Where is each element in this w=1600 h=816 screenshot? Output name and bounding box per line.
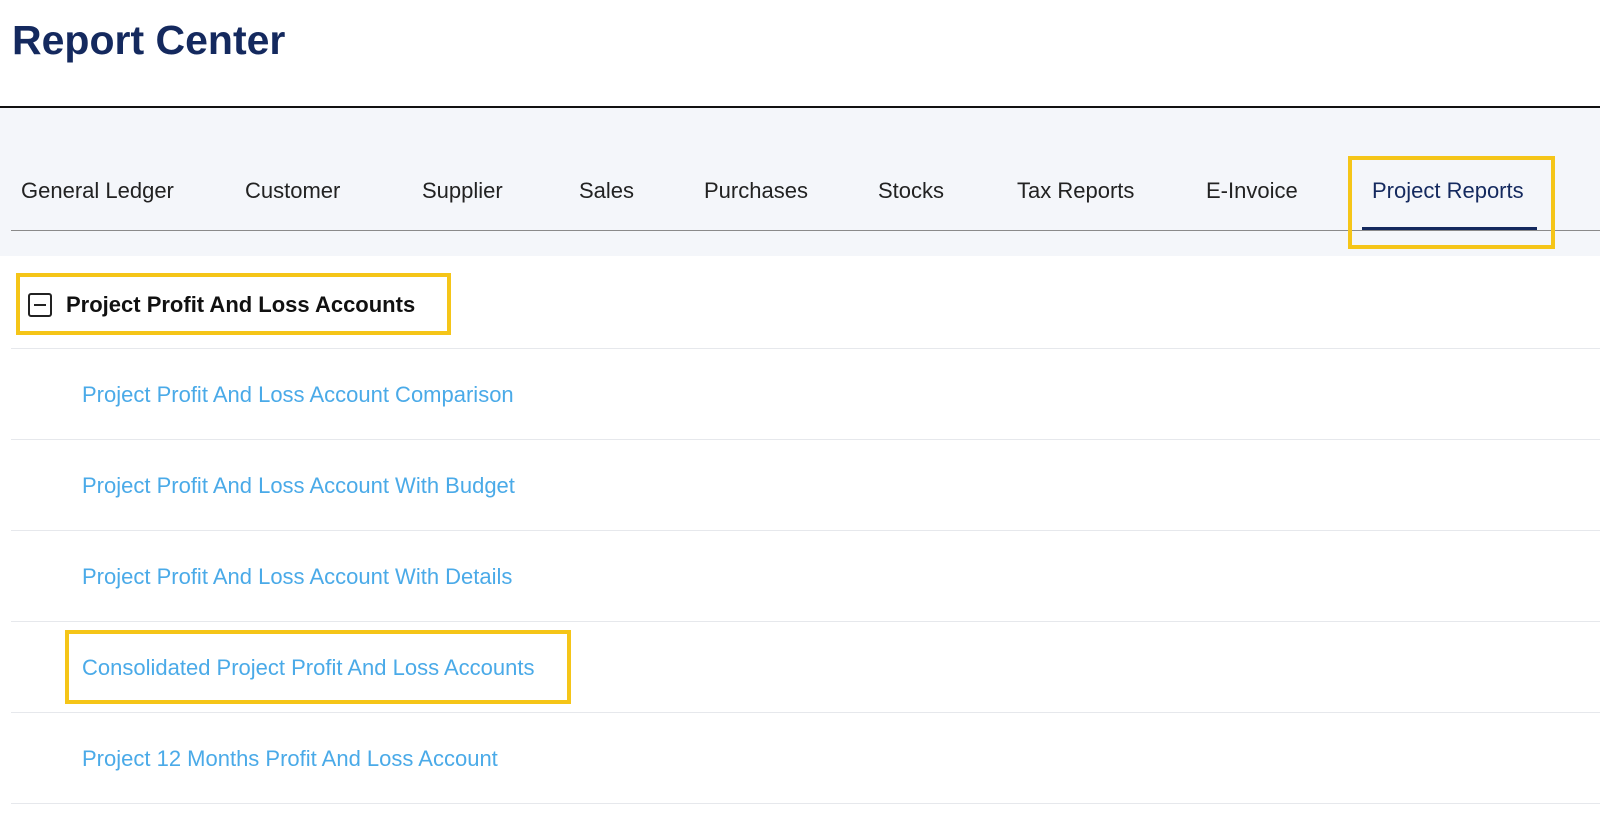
report-link-12-months[interactable]: Project 12 Months Profit And Loss Accoun… bbox=[82, 744, 498, 774]
row-divider bbox=[11, 712, 1600, 713]
page-title: Report Center bbox=[12, 17, 286, 63]
tab-stocks[interactable]: Stocks bbox=[878, 176, 944, 206]
report-group-label: Project Profit And Loss Accounts bbox=[66, 292, 416, 317]
row-divider bbox=[11, 803, 1600, 804]
report-group-header[interactable]: Project Profit And Loss Accounts bbox=[28, 290, 415, 320]
tab-general-ledger[interactable]: General Ledger bbox=[21, 176, 174, 206]
collapse-minus-icon[interactable] bbox=[28, 293, 52, 317]
report-list-panel bbox=[11, 258, 1600, 816]
report-link-comparison[interactable]: Project Profit And Loss Account Comparis… bbox=[82, 380, 514, 410]
tab-supplier[interactable]: Supplier bbox=[422, 176, 503, 206]
tab-sales[interactable]: Sales bbox=[579, 176, 634, 206]
row-divider bbox=[11, 439, 1600, 440]
tab-purchases[interactable]: Purchases bbox=[704, 176, 808, 206]
report-link-with-details[interactable]: Project Profit And Loss Account With Det… bbox=[82, 562, 512, 592]
report-link-consolidated[interactable]: Consolidated Project Profit And Loss Acc… bbox=[82, 653, 534, 683]
tab-project-reports[interactable]: Project Reports bbox=[1372, 176, 1524, 206]
tab-customer[interactable]: Customer bbox=[245, 176, 340, 206]
report-link-with-budget[interactable]: Project Profit And Loss Account With Bud… bbox=[82, 471, 515, 501]
row-divider bbox=[11, 621, 1600, 622]
header: Report Center bbox=[0, 0, 1600, 108]
tab-e-invoice[interactable]: E-Invoice bbox=[1206, 176, 1298, 206]
active-tab-indicator bbox=[1362, 227, 1537, 230]
row-divider bbox=[11, 530, 1600, 531]
row-divider bbox=[11, 348, 1600, 349]
tabs-divider bbox=[11, 230, 1600, 231]
tab-tax-reports[interactable]: Tax Reports bbox=[1017, 176, 1134, 206]
